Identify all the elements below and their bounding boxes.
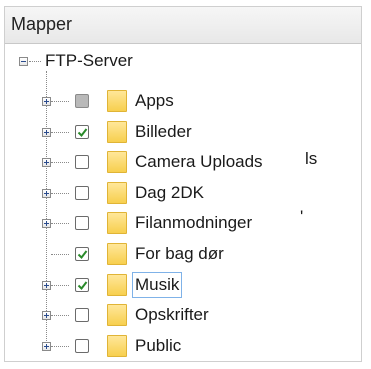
tree-item[interactable]: Camera Uploads ls: [5, 148, 361, 178]
minus-expander-icon[interactable]: [19, 57, 28, 66]
checkmark-icon: [77, 280, 88, 290]
item-checkbox[interactable]: [75, 308, 89, 323]
folder-panel: Mapper FTP-Server Apps Billeder Camera Upl…: [4, 6, 362, 362]
item-checkbox[interactable]: [75, 247, 89, 261]
tree-item-label[interactable]: Apps: [135, 91, 174, 111]
tree-root-row[interactable]: FTP-Server: [5, 43, 361, 73]
plus-expander-icon[interactable]: [42, 97, 51, 106]
tree-item-label[interactable]: Billeder: [135, 122, 192, 142]
tree-connector: [51, 131, 69, 133]
folder-icon: [107, 120, 127, 143]
plus-expander-icon[interactable]: [42, 341, 51, 351]
folder-icon: [107, 334, 127, 357]
tree-connector: [51, 101, 69, 102]
tree-item-label[interactable]: Filanmodninger: [135, 213, 252, 233]
tree-connector: [51, 162, 69, 164]
tree-connector: [51, 223, 69, 225]
folder-icon: [107, 212, 127, 235]
plus-expander-icon[interactable]: [42, 219, 51, 229]
folder-icon: [107, 304, 127, 327]
tree-connector: [51, 254, 69, 255]
item-checkbox[interactable]: [75, 124, 89, 139]
folder-icon: [107, 243, 127, 265]
render-artifact-text: ': [300, 207, 304, 227]
tree-item[interactable]: Public: [5, 332, 361, 361]
folder-icon: [107, 273, 127, 296]
checkmark-icon: [77, 250, 88, 260]
item-checkbox[interactable]: [75, 185, 89, 200]
folder-icon: [107, 90, 127, 112]
item-checkbox[interactable]: [75, 94, 89, 108]
tree-connector: [29, 61, 41, 62]
plus-expander-icon[interactable]: [42, 158, 51, 168]
tree-item-label[interactable]: Public: [135, 336, 181, 356]
tree-item[interactable]: For bag dør: [5, 240, 361, 270]
panel-header: Mapper: [5, 7, 361, 44]
folder-icon: [107, 151, 127, 174]
checkmark-icon: [77, 127, 88, 137]
tree-item[interactable]: Opskrifter: [5, 301, 361, 331]
tree-item-label[interactable]: Camera Uploads: [135, 152, 263, 172]
plus-expander-icon[interactable]: [42, 127, 51, 137]
plus-expander-icon[interactable]: [42, 280, 51, 290]
tree-connector: [51, 192, 69, 194]
item-checkbox[interactable]: [75, 338, 89, 353]
item-checkbox[interactable]: [75, 155, 89, 170]
tree-item-label[interactable]: Musik: [131, 271, 183, 298]
tree-item[interactable]: Filanmodninger ': [5, 207, 361, 239]
folder-tree[interactable]: FTP-Server Apps Billeder Camera Uploads ls D…: [5, 43, 361, 361]
tree-root-label[interactable]: FTP-Server: [45, 51, 133, 71]
tree-connector: [51, 315, 69, 317]
item-checkbox[interactable]: [75, 277, 89, 292]
plus-expander-icon[interactable]: [42, 311, 51, 321]
tree-item-label[interactable]: For bag dør: [135, 244, 224, 264]
tree-item[interactable]: Musik: [5, 271, 361, 301]
tree-item[interactable]: Billeder: [5, 118, 361, 148]
tree-item-label[interactable]: Opskrifter: [135, 305, 209, 325]
tree-item[interactable]: Dag 2DK: [5, 179, 361, 209]
folder-icon: [107, 181, 127, 204]
tree-connector: [51, 345, 69, 347]
tree-item-label[interactable]: Dag 2DK: [135, 183, 204, 203]
tree-connector: [51, 284, 69, 286]
tree-item[interactable]: Apps: [5, 87, 361, 117]
panel-title: Mapper: [11, 14, 73, 34]
render-artifact-text: ls: [305, 149, 318, 169]
item-checkbox[interactable]: [75, 216, 89, 231]
plus-expander-icon[interactable]: [42, 188, 51, 198]
